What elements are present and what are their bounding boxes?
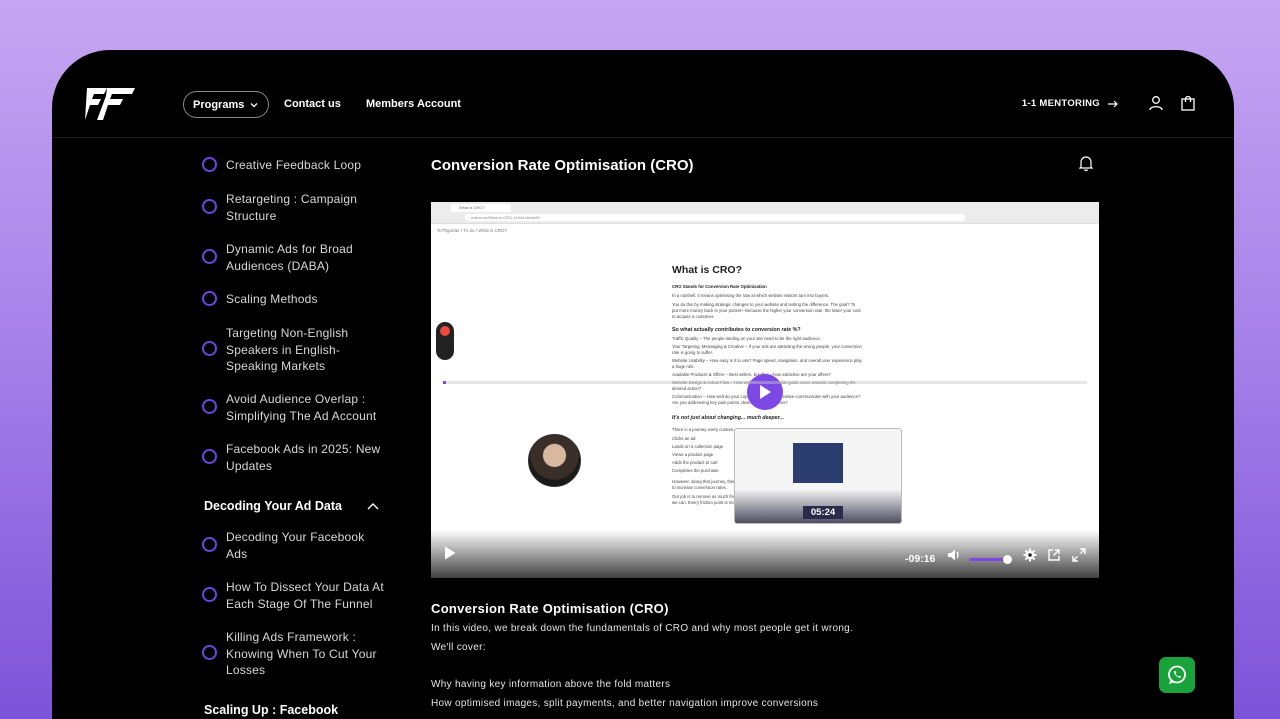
lesson-item[interactable]: Retargeting : Campaign Structure [202, 191, 387, 224]
lesson-status-ring [202, 341, 217, 356]
section-toggle-scaling[interactable]: Scaling Up : Facebook [204, 703, 379, 717]
page-title: Conversion Rate Optimisation (CRO) [431, 157, 694, 174]
lesson-item[interactable]: How To Dissect Your Data At Each Stage O… [202, 579, 387, 612]
lesson-status-ring [202, 157, 217, 172]
app-frame: Programs Contact us Members Account 1-1 … [52, 50, 1234, 719]
lesson-item[interactable]: Avoid Audience Overlap : Simplifying The… [202, 391, 387, 424]
bell-icon[interactable] [1078, 155, 1094, 176]
lesson-item[interactable]: Creative Feedback Loop [202, 157, 387, 174]
contact-link[interactable]: Contact us [284, 98, 341, 110]
lesson-status-ring [202, 645, 217, 660]
lesson-status-ring [202, 587, 217, 602]
whatsapp-icon[interactable] [1159, 657, 1195, 693]
section-title: Scaling Up : Facebook [204, 703, 339, 717]
recorded-browser-url: notion.so/What-is-CRO-1e0d1c8c9e89 [465, 214, 965, 221]
volume-icon[interactable] [947, 548, 961, 567]
preview-time: 05:24 [803, 506, 843, 519]
doc-bullet: Your Targeting, Messaging & Creative – I… [672, 344, 862, 355]
video-progress-bar[interactable] [443, 381, 1087, 384]
site-header: Programs Contact us Members Account 1-1 … [52, 50, 1234, 138]
video-controls [431, 530, 1099, 578]
programs-dropdown[interactable]: Programs [183, 91, 270, 118]
lesson-status-ring [202, 537, 217, 552]
mentoring-link[interactable]: 1-1 MENTORING [1022, 98, 1118, 109]
doc-text: You do this by making strategic changes … [672, 302, 861, 319]
recorded-browser-bar: What is CRO? notion.so/What-is-CRO-1e0d1… [431, 202, 1099, 224]
lesson-status-ring [202, 291, 217, 306]
lesson-item[interactable]: Facebook Ads in 2025: New Updates [202, 441, 387, 474]
lesson-item[interactable]: Dynamic Ads for Broad Audiences (DABA) [202, 241, 387, 274]
recorded-breadcrumb: ToThgunter / To do / What is CRO? [437, 228, 507, 233]
lesson-status-ring [202, 199, 217, 214]
arrow-right-icon [1108, 100, 1118, 107]
lesson-label: Dynamic Ads for Broad Audiences (DABA) [226, 242, 353, 273]
lesson-label: Facebook Ads in 2025: New Updates [226, 442, 381, 473]
preview-image [793, 443, 843, 483]
lesson-label: Targeting Non-English Speakers in Englis… [226, 326, 349, 373]
bag-icon[interactable] [1180, 95, 1196, 111]
play-icon[interactable] [443, 545, 457, 566]
doc-text: CRO Stands for Conversion Rate Optimisat… [672, 284, 767, 289]
mentoring-label: 1-1 MENTORING [1021, 98, 1100, 109]
lesson-item[interactable]: Scaling Methods [202, 291, 387, 308]
lesson-label: Killing Ads Framework : Knowing When To … [226, 630, 377, 677]
doc-text: In a nutshell, it means optimising the r… [672, 293, 830, 298]
lesson-label: Scaling Methods [226, 292, 318, 306]
lesson-label: Creative Feedback Loop [226, 158, 362, 172]
logo-icon[interactable] [85, 86, 135, 127]
settings-icon[interactable] [1023, 548, 1037, 567]
programs-label: Programs [193, 98, 245, 111]
chevron-up-icon [367, 503, 379, 510]
lesson-status-ring [202, 399, 217, 414]
volume-knob[interactable] [1002, 555, 1012, 564]
fullscreen-icon[interactable] [1072, 548, 1086, 567]
section-toggle-decoding[interactable]: Decoding Your Ad Data [204, 499, 379, 513]
lesson-label: Avoid Audience Overlap : Simplifying The… [226, 392, 377, 423]
video-player[interactable]: What is CRO? notion.so/What-is-CRO-1e0d1… [431, 202, 1099, 578]
chevron-down-icon [250, 102, 258, 107]
lesson-label: How To Dissect Your Data At Each Stage O… [226, 580, 384, 611]
remaining-time: -09:16 [905, 553, 936, 565]
recorder-control [436, 322, 454, 360]
lesson-label: Retargeting : Campaign Structure [226, 192, 358, 223]
pip-icon[interactable] [1047, 548, 1061, 567]
lesson-item[interactable]: Decoding Your Facebook Ads [202, 529, 387, 562]
lesson-intro: In this video, we break down the fundame… [431, 623, 854, 634]
doc-bullet: Website Usability – How easy is it to us… [672, 358, 862, 369]
doc-subheading: So what actually contributes to conversi… [672, 327, 801, 333]
lesson-status-ring [202, 249, 217, 264]
members-account-link[interactable]: Members Account [366, 98, 461, 110]
recorded-browser-tab: What is CRO? [451, 204, 511, 212]
seek-preview-thumbnail: 05:24 [734, 428, 902, 524]
record-icon [440, 326, 450, 336]
video-progress-fill [443, 381, 446, 384]
lesson-item[interactable]: Targeting Non-English Speakers in Englis… [202, 325, 387, 375]
lesson-cover-label: We'll cover: [431, 642, 486, 653]
play-icon[interactable] [747, 374, 783, 410]
lesson-point: Why having key information above the fol… [431, 679, 671, 690]
lesson-point: How optimised images, split payments, an… [431, 698, 819, 709]
doc-italic: It's not just about changing... much dee… [672, 415, 784, 421]
doc-bullet: Traffic Quality – The people landing on … [672, 336, 821, 341]
lesson-item[interactable]: Killing Ads Framework : Knowing When To … [202, 629, 387, 679]
section-title: Decoding Your Ad Data [204, 499, 342, 513]
lesson-label: Decoding Your Facebook Ads [226, 530, 365, 561]
presenter-avatar [528, 434, 581, 487]
lesson-title: Conversion Rate Optimisation (CRO) [431, 601, 669, 616]
doc-heading: What is CRO? [672, 264, 742, 276]
lesson-status-ring [202, 449, 217, 464]
user-icon[interactable] [1148, 95, 1164, 111]
